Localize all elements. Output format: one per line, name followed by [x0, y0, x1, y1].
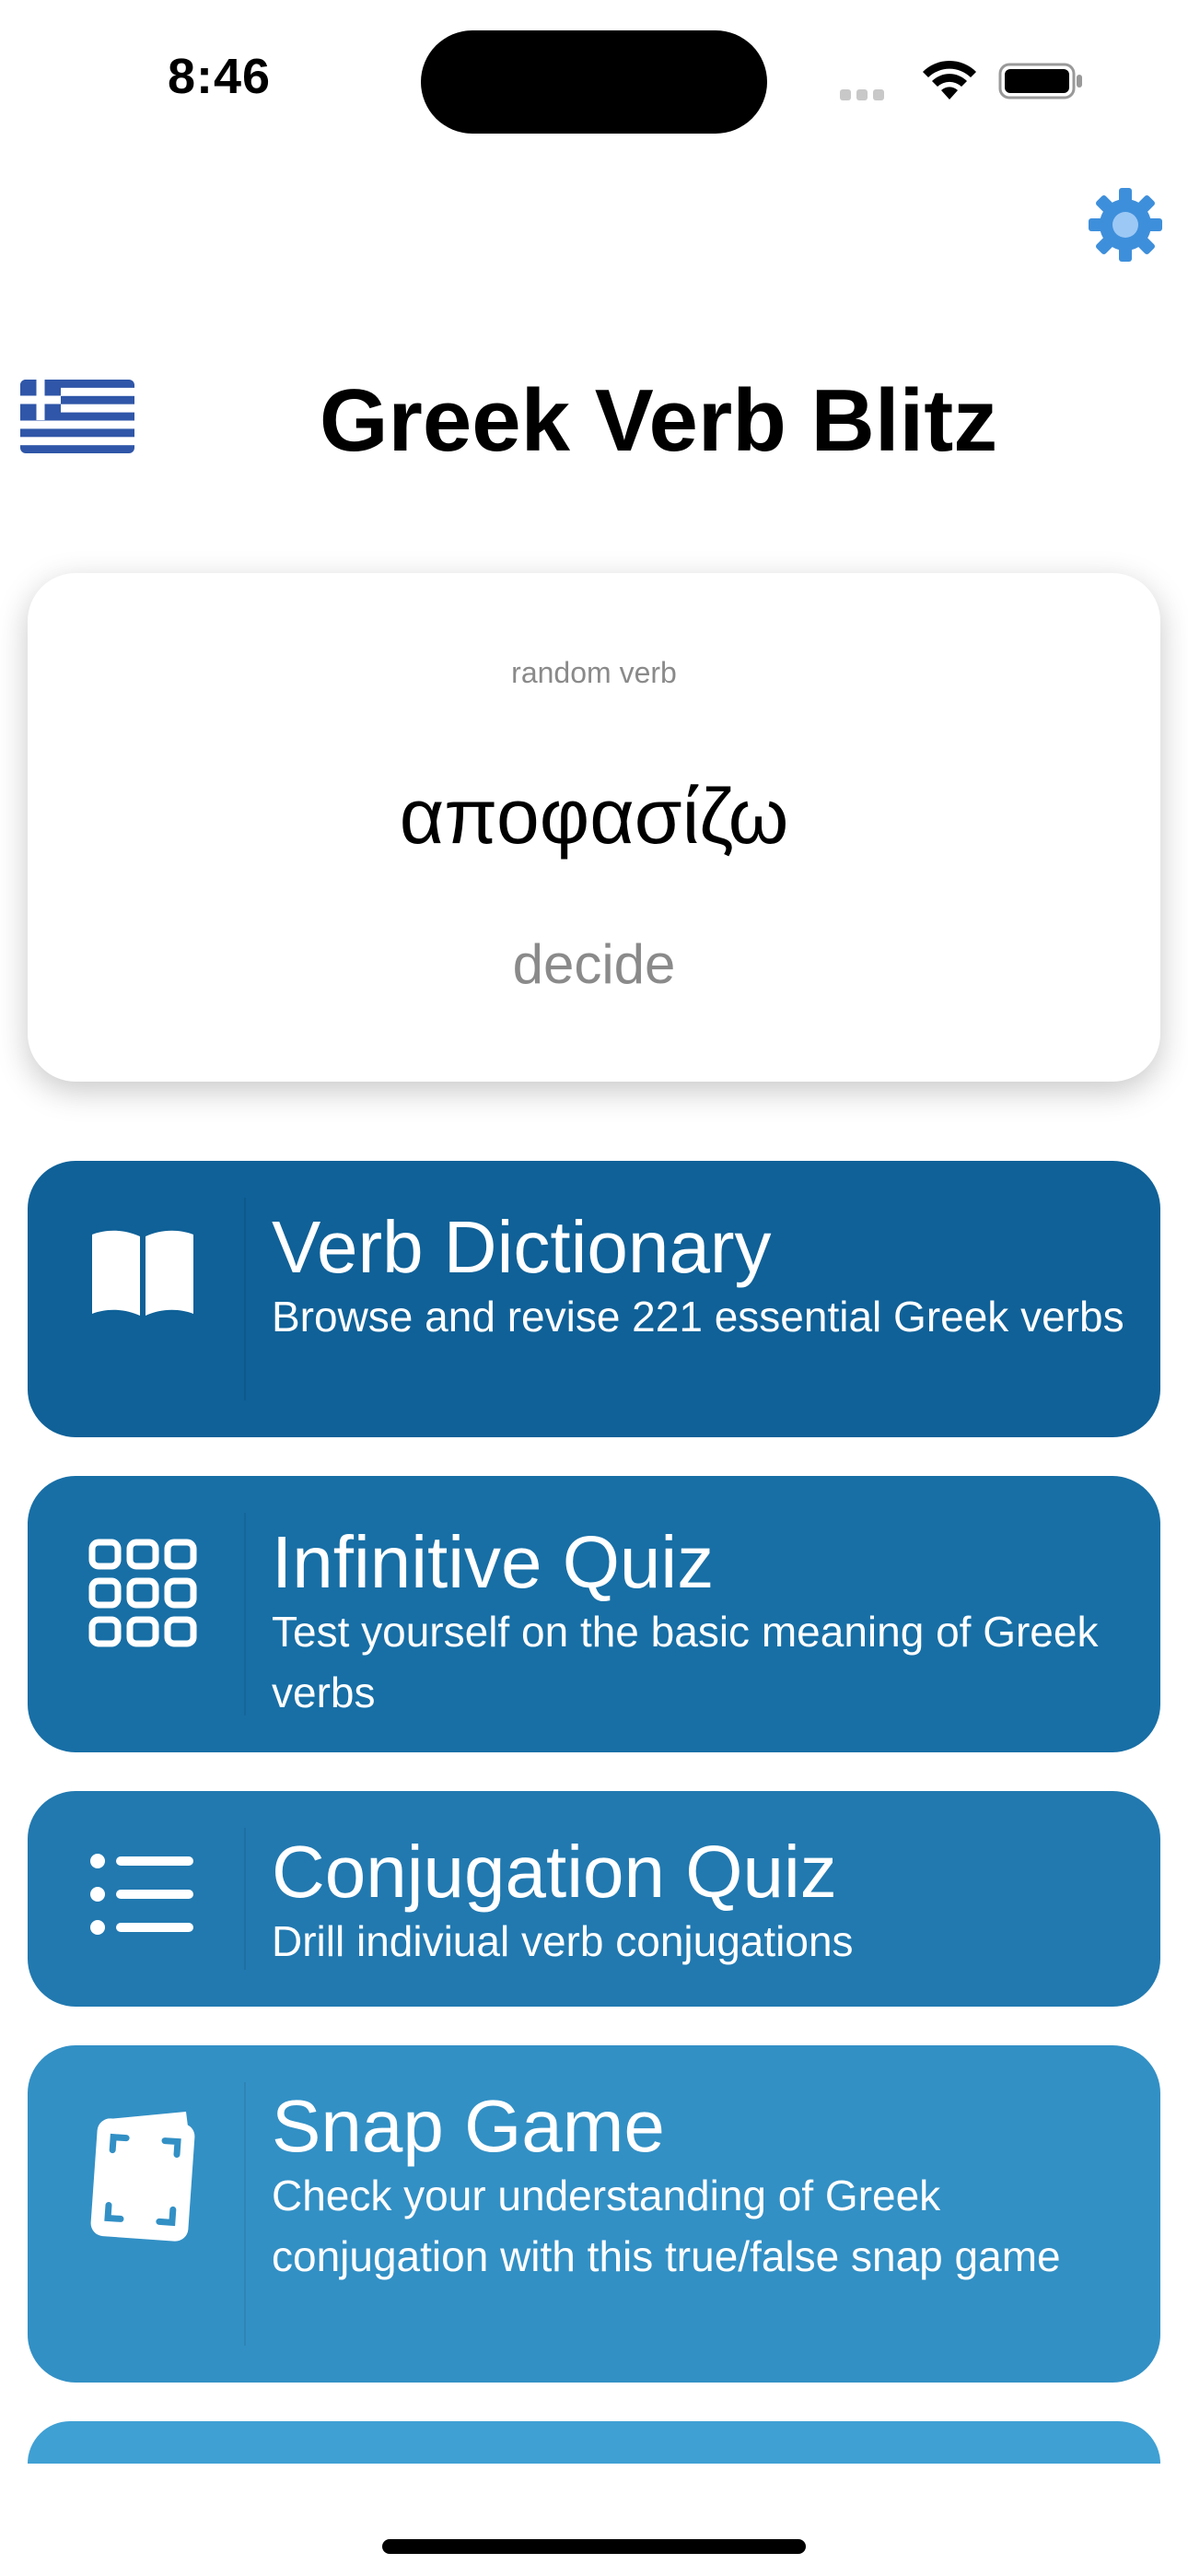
- random-verb-greek: αποφασίζω: [399, 773, 789, 860]
- infinitive-quiz-title: Infinitive Quiz: [272, 1521, 715, 1603]
- grid-icon: [83, 1533, 203, 1653]
- snap-game-title: Snap Game: [272, 2085, 665, 2167]
- divider: [244, 2082, 246, 2346]
- conjugation-quiz-button[interactable]: Conjugation Quiz Drill indiviual verb co…: [28, 1791, 1160, 2007]
- battery-icon: [998, 63, 1085, 100]
- verb-dictionary-title: Verb Dictionary: [272, 1206, 772, 1288]
- cellular-signal-icon: [840, 88, 904, 100]
- conjugation-quiz-title: Conjugation Quiz: [272, 1831, 837, 1913]
- conjugation-quiz-description: Drill indiviual verb conjugations: [272, 1917, 854, 1965]
- home-indicator[interactable]: [382, 2539, 806, 2554]
- app-title: Greek Verb Blitz: [319, 371, 998, 470]
- random-verb-meaning: decide: [512, 933, 676, 995]
- gear-icon[interactable]: [1087, 186, 1164, 263]
- greek-flag-icon: [20, 380, 134, 453]
- wifi-icon: [921, 57, 978, 103]
- status-time: 8:46: [168, 49, 272, 104]
- cards-icon: [83, 2102, 203, 2242]
- infinitive-quiz-button[interactable]: Infinitive Quiz Test yourself on the bas…: [28, 1476, 1160, 1752]
- list-icon: [83, 1839, 203, 1959]
- verb-dictionary-button[interactable]: Verb Dictionary Browse and revise 221 es…: [28, 1161, 1160, 1437]
- verb-dictionary-description: Browse and revise 221 essential Greek ve…: [272, 1293, 1124, 1341]
- snap-game-description: Check your understanding of Greek conjug…: [272, 2172, 1061, 2280]
- book-icon: [83, 1218, 203, 1338]
- infinitive-quiz-description: Test yourself on the basic meaning of Gr…: [272, 1608, 1099, 1716]
- snap-game-button[interactable]: Snap Game Check your understanding of Gr…: [28, 2045, 1160, 2383]
- random-verb-caption: random verb: [511, 656, 677, 689]
- divider: [244, 1828, 246, 1970]
- divider: [244, 1198, 246, 1400]
- next-menu-button-partial[interactable]: [28, 2421, 1160, 2464]
- dynamic-island: [421, 30, 767, 134]
- divider: [244, 1513, 246, 1715]
